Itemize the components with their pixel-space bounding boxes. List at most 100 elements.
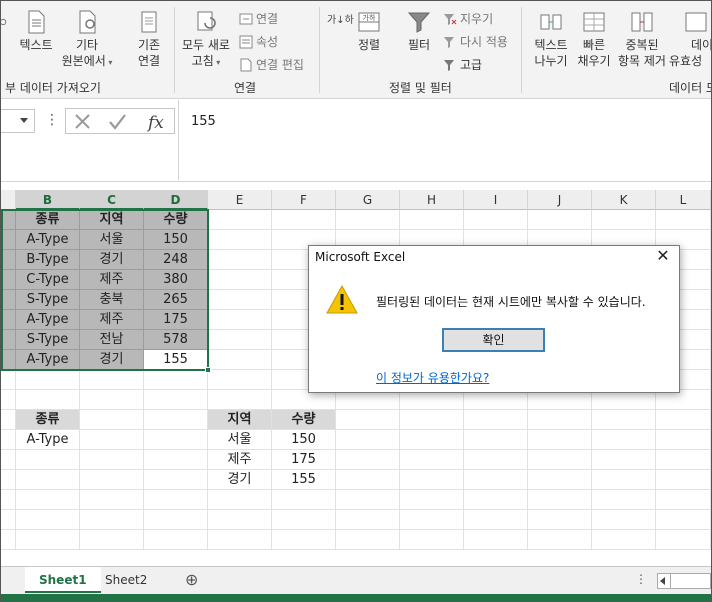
tab-options-icon[interactable]: ⋮ — [635, 572, 647, 586]
column-header-j[interactable]: J — [528, 190, 592, 210]
table-cell-partial[interactable] — [1, 350, 16, 370]
table-cell[interactable]: A-Type — [16, 230, 80, 250]
grid-cell[interactable] — [528, 450, 592, 470]
grid-cell[interactable] — [1, 410, 16, 430]
result-header[interactable]: 지역 — [208, 410, 272, 430]
grid-cell[interactable] — [592, 510, 656, 530]
grid-cell[interactable] — [464, 210, 528, 230]
grid-cell[interactable] — [1, 390, 16, 410]
grid-cell[interactable] — [336, 410, 400, 430]
grid-cell[interactable] — [208, 330, 272, 350]
grid-cell[interactable] — [80, 410, 144, 430]
column-header-g[interactable]: G — [336, 190, 400, 210]
name-box[interactable] — [1, 109, 35, 133]
column-header-k[interactable]: K — [592, 190, 656, 210]
grid-cell[interactable] — [336, 430, 400, 450]
grid-cell[interactable] — [528, 210, 592, 230]
table-cell[interactable]: 전남 — [80, 330, 144, 350]
grid-cell[interactable] — [144, 450, 208, 470]
grid-cell[interactable] — [592, 430, 656, 450]
formula-bar-options-icon[interactable]: ⋮ — [45, 112, 59, 128]
table-cell[interactable]: A-Type — [16, 310, 80, 330]
table-header[interactable]: 지역 — [80, 210, 144, 230]
grid-cell[interactable] — [336, 450, 400, 470]
grid-cell[interactable] — [208, 490, 272, 510]
cancel-icon[interactable] — [75, 114, 90, 129]
grid-cell[interactable] — [592, 470, 656, 490]
grid-cell[interactable] — [400, 450, 464, 470]
column-header-a-partial[interactable] — [1, 190, 16, 210]
ok-button[interactable]: 확인 — [442, 328, 545, 352]
grid-cell[interactable] — [336, 510, 400, 530]
table-cell-partial[interactable] — [1, 230, 16, 250]
table-cell[interactable]: 서울 — [80, 230, 144, 250]
table-cell[interactable]: 경기 — [80, 350, 144, 370]
grid-cell[interactable] — [592, 390, 656, 410]
grid-cell[interactable] — [80, 470, 144, 490]
grid-cell[interactable] — [656, 530, 711, 550]
edit-links-button[interactable]: 연결 편집 — [239, 56, 304, 73]
result-cell[interactable]: 서울 — [208, 430, 272, 450]
grid-cell[interactable] — [1, 430, 16, 450]
grid-cell[interactable] — [400, 210, 464, 230]
grid-cell[interactable] — [208, 390, 272, 410]
table-cell[interactable]: 충북 — [80, 290, 144, 310]
table-cell[interactable]: S-Type — [16, 290, 80, 310]
column-header-i[interactable]: I — [464, 190, 528, 210]
grid-cell[interactable] — [1, 510, 16, 530]
grid-cell[interactable] — [400, 510, 464, 530]
grid-cell[interactable] — [1, 370, 16, 390]
grid-cell[interactable] — [400, 430, 464, 450]
refresh-all-button[interactable]: 모두 새로 고침 ▾ — [177, 9, 235, 71]
table-cell[interactable]: B-Type — [16, 250, 80, 270]
grid-cell[interactable] — [464, 430, 528, 450]
advanced-filter-button[interactable]: 고급 — [443, 56, 482, 73]
grid-cell[interactable] — [16, 530, 80, 550]
table-cell-partial[interactable] — [1, 270, 16, 290]
active-cell[interactable]: 155 — [144, 350, 208, 370]
column-header-l[interactable]: L — [656, 190, 711, 210]
existing-connections-button[interactable]: 기존 연결 — [127, 9, 171, 69]
grid-cell[interactable] — [400, 530, 464, 550]
criteria-header[interactable]: 종류 — [16, 410, 80, 430]
result-cell[interactable]: 175 — [272, 450, 336, 470]
grid-cell[interactable] — [80, 510, 144, 530]
grid-cell[interactable] — [528, 390, 592, 410]
grid-cell[interactable] — [528, 510, 592, 530]
grid-cell[interactable] — [80, 370, 144, 390]
table-cell[interactable]: 248 — [144, 250, 208, 270]
grid-cell[interactable] — [272, 510, 336, 530]
grid-cell[interactable] — [80, 450, 144, 470]
clear-filter-button[interactable]: 지우기 — [443, 10, 493, 27]
grid-cell[interactable] — [80, 490, 144, 510]
grid-cell[interactable] — [592, 210, 656, 230]
grid-cell[interactable] — [16, 370, 80, 390]
grid-cell[interactable] — [208, 530, 272, 550]
table-cell-partial[interactable] — [1, 310, 16, 330]
grid-cell[interactable] — [208, 350, 272, 370]
table-cell[interactable]: 175 — [144, 310, 208, 330]
result-cell[interactable]: 경기 — [208, 470, 272, 490]
grid-cell[interactable] — [1, 490, 16, 510]
grid-cell[interactable] — [464, 470, 528, 490]
flash-fill-button[interactable]: 빠른 채우기 — [573, 9, 615, 69]
grid-cell[interactable] — [144, 490, 208, 510]
grid-cell[interactable] — [656, 210, 711, 230]
result-cell[interactable]: 제주 — [208, 450, 272, 470]
grid-cell[interactable] — [80, 430, 144, 450]
grid-cell[interactable] — [144, 510, 208, 530]
grid-cell[interactable] — [592, 530, 656, 550]
grid-cell[interactable] — [400, 470, 464, 490]
grid-cell[interactable] — [592, 450, 656, 470]
chevron-down-icon[interactable] — [20, 118, 28, 123]
grid-cell[interactable] — [1, 450, 16, 470]
text-to-columns-button[interactable]: 텍스트 나누기 — [527, 9, 575, 69]
grid-cell[interactable] — [272, 390, 336, 410]
grid-cell[interactable] — [208, 510, 272, 530]
grid-cell[interactable] — [272, 490, 336, 510]
sort-button[interactable]: 가하 정렬 — [349, 9, 389, 53]
properties-button[interactable]: 속성 — [239, 33, 278, 50]
grid-cell[interactable] — [656, 490, 711, 510]
table-cell[interactable]: 380 — [144, 270, 208, 290]
grid-cell[interactable] — [464, 510, 528, 530]
